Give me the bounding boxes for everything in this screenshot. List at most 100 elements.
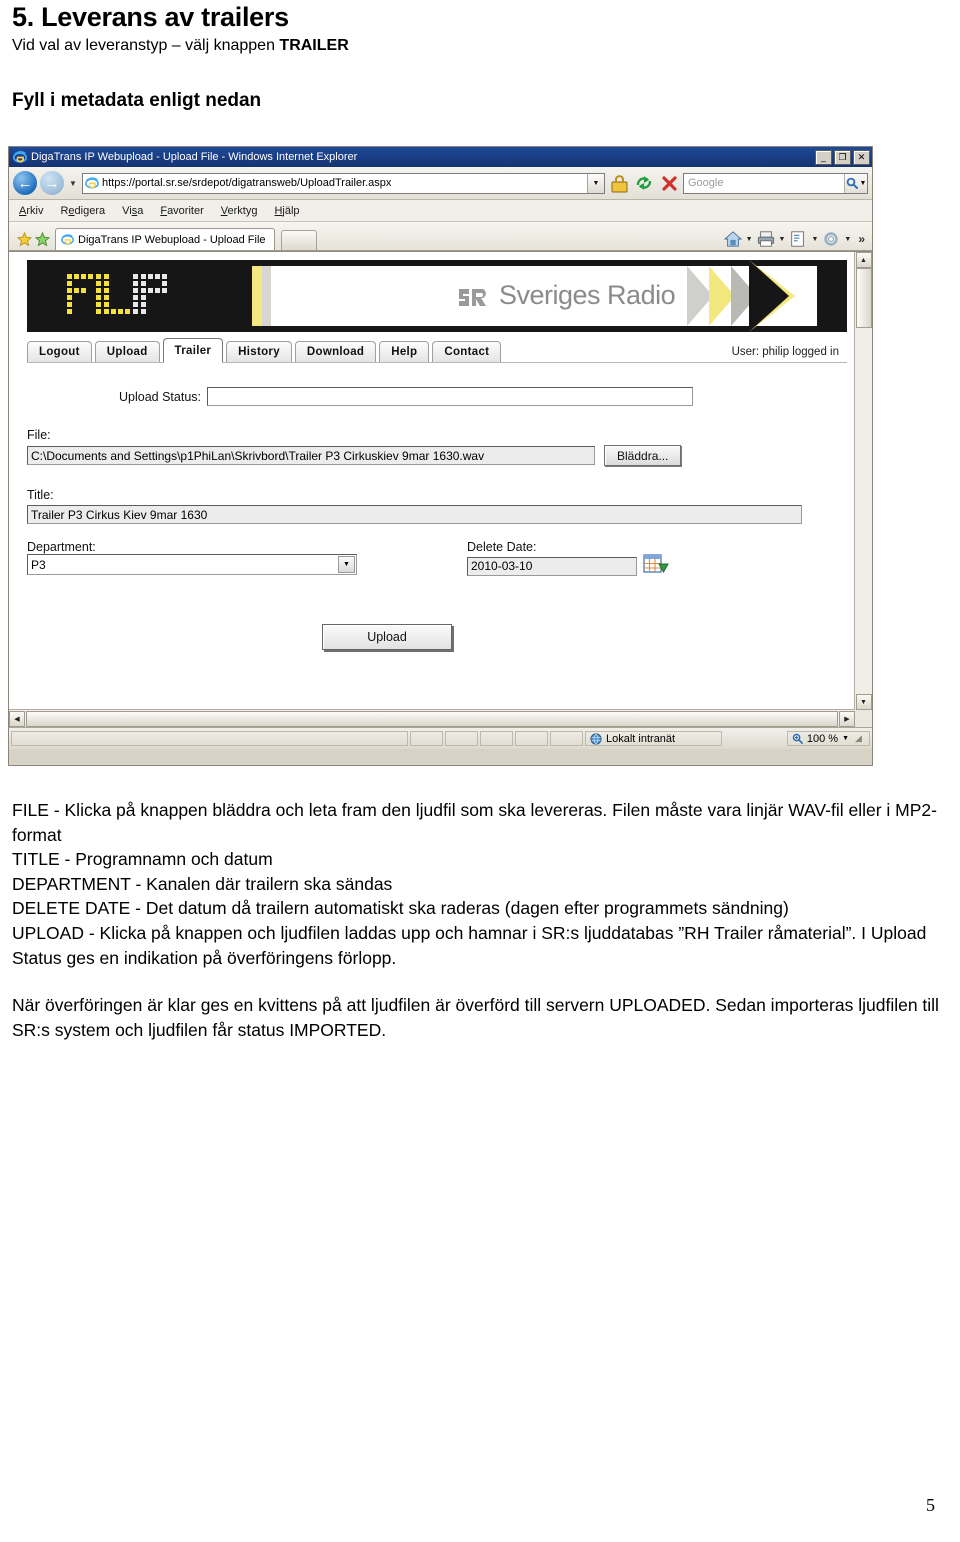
vertical-scrollbar[interactable]: ▲ ▼: [854, 252, 872, 710]
app-tab-contact[interactable]: Contact: [432, 341, 502, 362]
file-label: File:: [27, 428, 51, 442]
back-button[interactable]: ←: [13, 171, 37, 195]
search-provider-chevron-down-icon[interactable]: ▼: [860, 180, 867, 187]
page-chevron-down-icon[interactable]: ▼: [808, 236, 821, 243]
vertical-scroll-thumb[interactable]: [855, 268, 872, 328]
browser-window-screenshot: DigaTrans IP Webupload - Upload File - W…: [8, 146, 873, 766]
scroll-up-button[interactable]: ▲: [855, 252, 872, 268]
department-chevron-down-icon[interactable]: ▼: [338, 556, 355, 573]
upload-status-row: Upload Status:: [27, 387, 837, 406]
app-tab-history[interactable]: History: [226, 341, 292, 362]
add-to-favorites-icon[interactable]: [33, 228, 51, 250]
browser-title-text: DigaTrans IP Webupload - Upload File - W…: [31, 151, 358, 163]
menu-item-visa[interactable]: Visa: [122, 205, 143, 217]
page-subtitle-text: Vid val av leveranstyp – välj knappen: [12, 37, 280, 54]
app-tab-trailer[interactable]: Trailer: [162, 338, 224, 363]
menu-item-arkiv[interactable]: Arkiv: [19, 205, 43, 217]
delete-date-label: Delete Date:: [467, 540, 537, 554]
page-favicon-icon: [85, 177, 99, 189]
internet-explorer-icon: [13, 151, 27, 163]
app-tab-help[interactable]: Help: [379, 341, 430, 362]
page-subtitle: Vid val av leveranstyp – välj knappen TR…: [12, 37, 349, 55]
body-paragraph-delete-date: DELETE DATE - Det datum då trailern auto…: [12, 898, 789, 919]
address-dropdown-chevron-down-icon[interactable]: ▼: [587, 173, 604, 193]
menu-item-favoriter[interactable]: Favoriter: [160, 205, 203, 217]
menu-item-hjalp[interactable]: Hjälp: [274, 205, 299, 217]
zoom-chevron-down-icon[interactable]: ▼: [842, 735, 849, 742]
body-paragraph-department: DEPARTMENT - Kanalen där trailern ska sä…: [12, 873, 393, 894]
minimize-button[interactable]: _: [815, 149, 832, 165]
filip-logo: [67, 274, 167, 314]
banner-yellow-bar: [252, 266, 262, 326]
title-input[interactable]: Trailer P3 Cirkus Kiev 9mar 1630: [27, 505, 802, 524]
browser-navigation-toolbar: ← → ▼ https://portal.sr.se/srdepot/digat…: [9, 167, 872, 200]
statusbar-pane-4: [515, 731, 548, 746]
body-paragraph-final: När överföringen är klar ges en kvittens…: [12, 995, 939, 1040]
file-row: C:\Documents and Settings\p1PhiLan\Skriv…: [27, 445, 837, 466]
department-selected-value: P3: [31, 557, 46, 572]
home-chevron-down-icon[interactable]: ▼: [743, 236, 756, 243]
stop-icon[interactable]: [658, 172, 680, 194]
menu-item-verktyg[interactable]: Verktyg: [221, 205, 258, 217]
upload-button[interactable]: Upload: [322, 624, 452, 650]
close-button[interactable]: ✕: [853, 149, 870, 165]
delete-date-row: 2010-03-10: [467, 554, 669, 578]
department-label: Department:: [27, 540, 96, 554]
recent-pages-chevron-down-icon[interactable]: ▼: [67, 179, 79, 188]
app-tab-logout[interactable]: Logout: [27, 341, 92, 362]
filip-banner: Sveriges Radio: [27, 260, 847, 332]
print-chevron-down-icon[interactable]: ▼: [776, 236, 789, 243]
sr-mark-icon: [459, 288, 486, 306]
page-number: 5: [926, 1495, 935, 1515]
vertical-scroll-track[interactable]: [855, 328, 872, 694]
zoom-level-label: 100 %: [806, 732, 839, 745]
horizontal-scroll-thumb[interactable]: [26, 710, 838, 727]
statusbar-pane-5: [550, 731, 583, 746]
maximize-button[interactable]: ❐: [834, 149, 851, 165]
search-box[interactable]: Google ▼: [683, 172, 868, 194]
banner-arrow-black: [749, 260, 789, 332]
scroll-left-button[interactable]: ◀: [9, 710, 25, 727]
horizontal-scrollbar[interactable]: ◀ ▶: [9, 709, 855, 727]
tab-favicon-icon: [61, 234, 74, 245]
search-go-button[interactable]: ▼: [844, 173, 867, 193]
app-tab-upload[interactable]: Upload: [94, 341, 160, 362]
menu-item-redigera[interactable]: Redigera: [60, 205, 105, 217]
zoom-level-control[interactable]: 100 % ▼ ◢: [786, 731, 870, 746]
browser-tab-active[interactable]: DigaTrans IP Webupload - Upload File: [55, 228, 275, 250]
page-icon[interactable]: [789, 230, 807, 248]
filip-logo-letter-l: [104, 274, 130, 314]
browser-titlebar: DigaTrans IP Webupload - Upload File - W…: [9, 147, 872, 167]
calendar-picker-icon[interactable]: [643, 554, 669, 578]
toolbar-overflow-icon[interactable]: »: [855, 232, 868, 246]
filip-logo-letter-i: [96, 274, 101, 314]
forward-button[interactable]: →: [40, 171, 64, 195]
statusbar-message-pane: [11, 731, 408, 746]
scroll-right-button[interactable]: ▶: [839, 710, 855, 727]
upload-button-row: Upload: [27, 624, 837, 650]
resize-grip-icon[interactable]: ◢: [855, 733, 865, 744]
print-icon[interactable]: [757, 230, 775, 248]
security-zone-indicator[interactable]: Lokalt intranät: [585, 731, 723, 746]
browse-button[interactable]: Bläddra...: [604, 445, 682, 466]
delete-date-input[interactable]: 2010-03-10: [467, 556, 637, 576]
body-paragraph-title: TITLE - Programnamn och datum: [12, 849, 273, 870]
refresh-icon[interactable]: [633, 172, 655, 194]
file-field-block: File: C:\Documents and Settings\p1PhiLan…: [27, 428, 837, 466]
app-tab-download[interactable]: Download: [294, 341, 377, 362]
upload-trailer-form: Upload Status: File: C:\Documents and Se…: [9, 387, 855, 650]
sveriges-radio-text: Sveriges Radio: [499, 280, 676, 310]
search-input[interactable]: Google: [684, 177, 844, 189]
browser-command-bar: ▼ ▼ ▼ ▼ »: [723, 230, 872, 250]
file-path-input[interactable]: C:\Documents and Settings\p1PhiLan\Skriv…: [27, 446, 595, 465]
home-icon[interactable]: [723, 230, 742, 248]
gear-chevron-down-icon[interactable]: ▼: [841, 236, 854, 243]
favorites-star-icon[interactable]: [15, 228, 33, 250]
security-lock-icon[interactable]: [608, 172, 630, 194]
address-bar[interactable]: https://portal.sr.se/srdepot/digatranswe…: [82, 172, 605, 194]
scroll-down-button[interactable]: ▼: [855, 694, 872, 710]
statusbar-pane-1: [410, 731, 443, 746]
new-tab-button[interactable]: [280, 230, 317, 250]
department-select[interactable]: P3 ▼: [27, 554, 357, 575]
gear-icon[interactable]: [822, 230, 840, 248]
